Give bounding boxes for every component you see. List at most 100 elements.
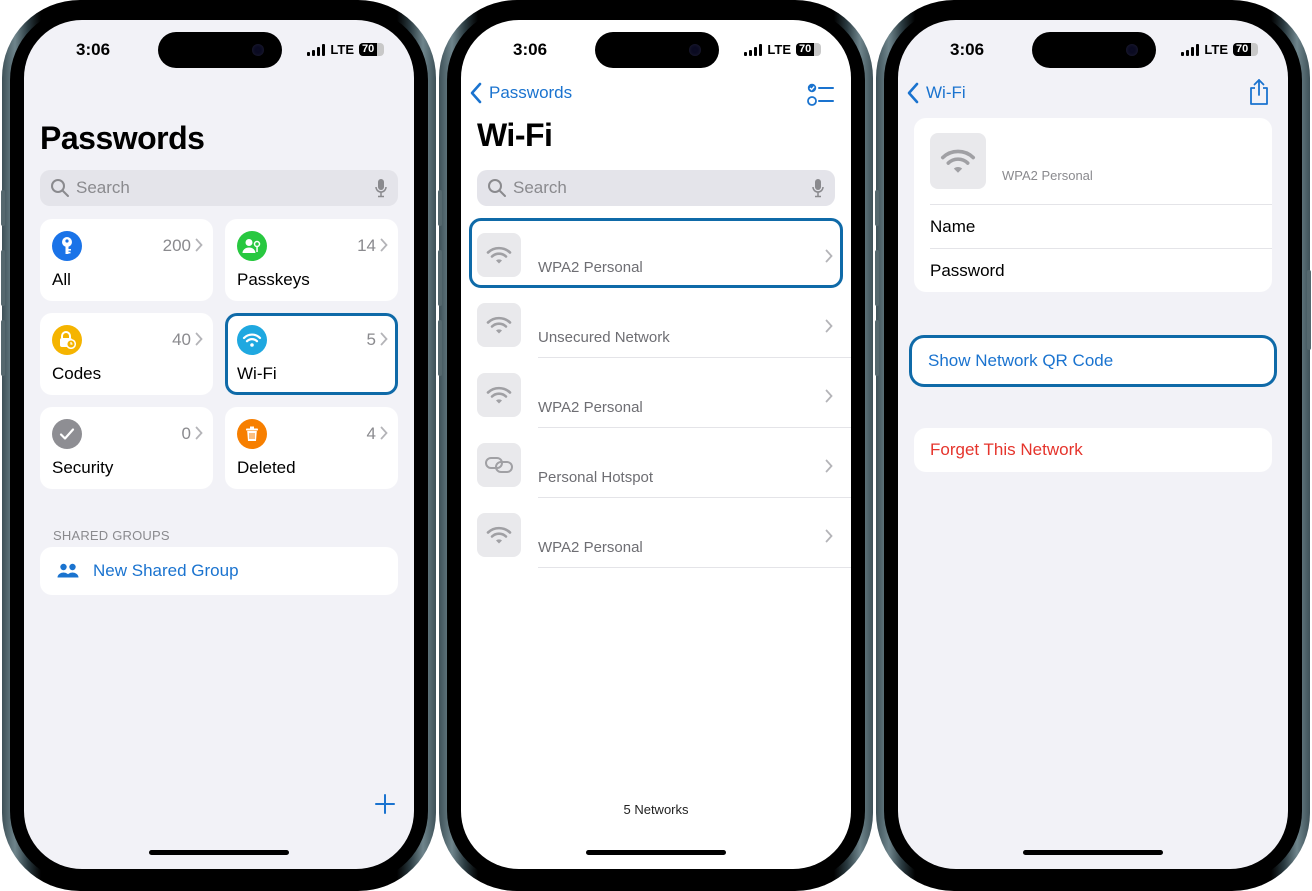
wifi-icon [477,233,521,277]
tile-label: All [52,270,71,289]
dynamic-island [158,32,282,68]
volume-up-button [875,250,879,306]
status-time: 3:06 [76,40,111,59]
page-title: Passwords [40,120,205,156]
home-indicator[interactable] [149,850,289,855]
home-indicator[interactable] [1023,850,1163,855]
tile-security[interactable]: 0 Security [40,407,213,489]
category-grid: 200 All 14 Passkeys 40 Codes 5 Wi-Fi 0 S… [40,219,398,489]
tile-all[interactable]: 200 All [40,219,213,301]
select-list-icon[interactable] [807,82,835,108]
checkmark-icon [52,419,82,449]
back-button[interactable]: Wi-Fi [906,82,966,104]
share-icon[interactable] [1248,78,1270,106]
lock-clock-icon [52,325,82,355]
network-security: WPA2 Personal [538,399,643,416]
status-time: 3:06 [950,40,985,59]
chevron-left-icon [470,82,482,104]
status-bar: 3:06 LTE 70 [461,20,851,76]
trash-icon [237,419,267,449]
microphone-icon[interactable] [811,178,825,198]
volume-down-button [438,320,442,376]
chevron-left-icon [907,82,919,104]
network-row[interactable]: WPA2 Personal [469,218,843,288]
chevron-right-icon [380,426,388,440]
status-time: 3:06 [513,40,548,59]
tile-label: Wi-Fi [237,364,277,383]
tile-count: 14 [357,236,376,255]
battery-level: 70 [799,43,812,55]
phone-wifi-list: 3:06 LTE 70 Passwords Wi-Fi Search WPA2 … [438,0,873,891]
tile-count: 40 [172,330,191,349]
tile-wifi[interactable]: 5 Wi-Fi [225,313,398,395]
network-type: LTE [330,42,354,57]
home-indicator[interactable] [586,850,726,855]
link-icon [477,443,521,487]
search-bar[interactable] [477,170,835,206]
network-row[interactable]: Unsecured Network [461,288,851,358]
back-label: Passwords [489,83,573,102]
action-button [875,190,879,226]
back-button[interactable]: Passwords [469,82,572,104]
search-icon [51,179,69,197]
network-row[interactable]: WPA2 Personal [461,498,851,568]
tile-label: Deleted [237,458,296,477]
row-divider [538,567,851,568]
network-info-card: WPA2 Personal Name Password [914,118,1272,292]
volume-up-button [1,250,5,306]
chevron-right-icon [380,332,388,346]
people-icon [57,563,79,578]
chevron-right-icon [825,529,833,543]
tile-deleted[interactable]: 4 Deleted [225,407,398,489]
show-qr-code-label: Show Network QR Code [928,351,1114,370]
search-input[interactable] [76,178,374,198]
screen: 3:06 LTE 70 Passwords Wi-Fi Search WPA2 … [461,20,851,869]
battery-icon: 70 [1233,43,1258,56]
password-field[interactable]: Password [930,248,1272,292]
status-bar: 3:06 LTE 70 [24,20,414,76]
tile-passkeys[interactable]: 14 Passkeys [225,219,398,301]
tile-count: 4 [366,424,376,443]
plus-icon[interactable] [374,793,396,815]
chevron-right-icon [825,319,833,333]
microphone-icon[interactable] [374,178,388,198]
action-button [438,190,442,226]
wifi-icon [477,373,521,417]
search-input[interactable] [513,178,811,198]
forget-network-button[interactable]: Forget This Network [914,428,1272,472]
chevron-right-icon [195,426,203,440]
back-label: Wi-Fi [926,83,966,102]
tile-codes[interactable]: 40 Codes [40,313,213,395]
show-qr-code-button[interactable]: Show Network QR Code [912,338,1274,384]
tile-count: 200 [162,236,191,255]
wifi-icon [477,513,521,557]
action-button [1,190,5,226]
volume-down-button [1,320,5,376]
wifi-icon [930,133,986,189]
page-title: Wi-Fi [477,117,553,153]
network-type: LTE [767,42,791,57]
battery-level: 70 [1236,43,1249,55]
network-security: WPA2 Personal [538,539,643,556]
chevron-right-icon [195,332,203,346]
camera-icon [689,44,701,56]
new-shared-group-label: New Shared Group [93,561,239,580]
volume-down-button [875,320,879,376]
volume-up-button [438,250,442,306]
phone-network-detail: 3:06 LTE 70 Wi-Fi WPA2 Personal Name Pas… [875,0,1311,891]
chevron-right-icon [825,249,833,263]
wifi-icon [237,325,267,355]
status-bar: 3:06 LTE 70 [898,20,1288,76]
network-row[interactable]: WPA2 Personal [461,358,851,428]
network-row[interactable]: Personal Hotspot [461,428,851,498]
search-bar[interactable] [40,170,398,206]
side-button [1307,270,1311,350]
phone-passwords-home: 3:06 LTE 70 Passwords Search 200 All 14 … [1,0,436,891]
network-security: Unsecured Network [538,329,670,346]
new-shared-group-button[interactable]: New Shared Group [40,547,398,595]
shared-groups-header: SHARED GROUPS [53,528,170,543]
name-field[interactable]: Name [930,204,1272,248]
network-security: WPA2 Personal [1002,168,1093,183]
screen: 3:06 LTE 70 Wi-Fi WPA2 Personal Name Pas… [898,20,1288,869]
battery-icon: 70 [796,43,821,56]
